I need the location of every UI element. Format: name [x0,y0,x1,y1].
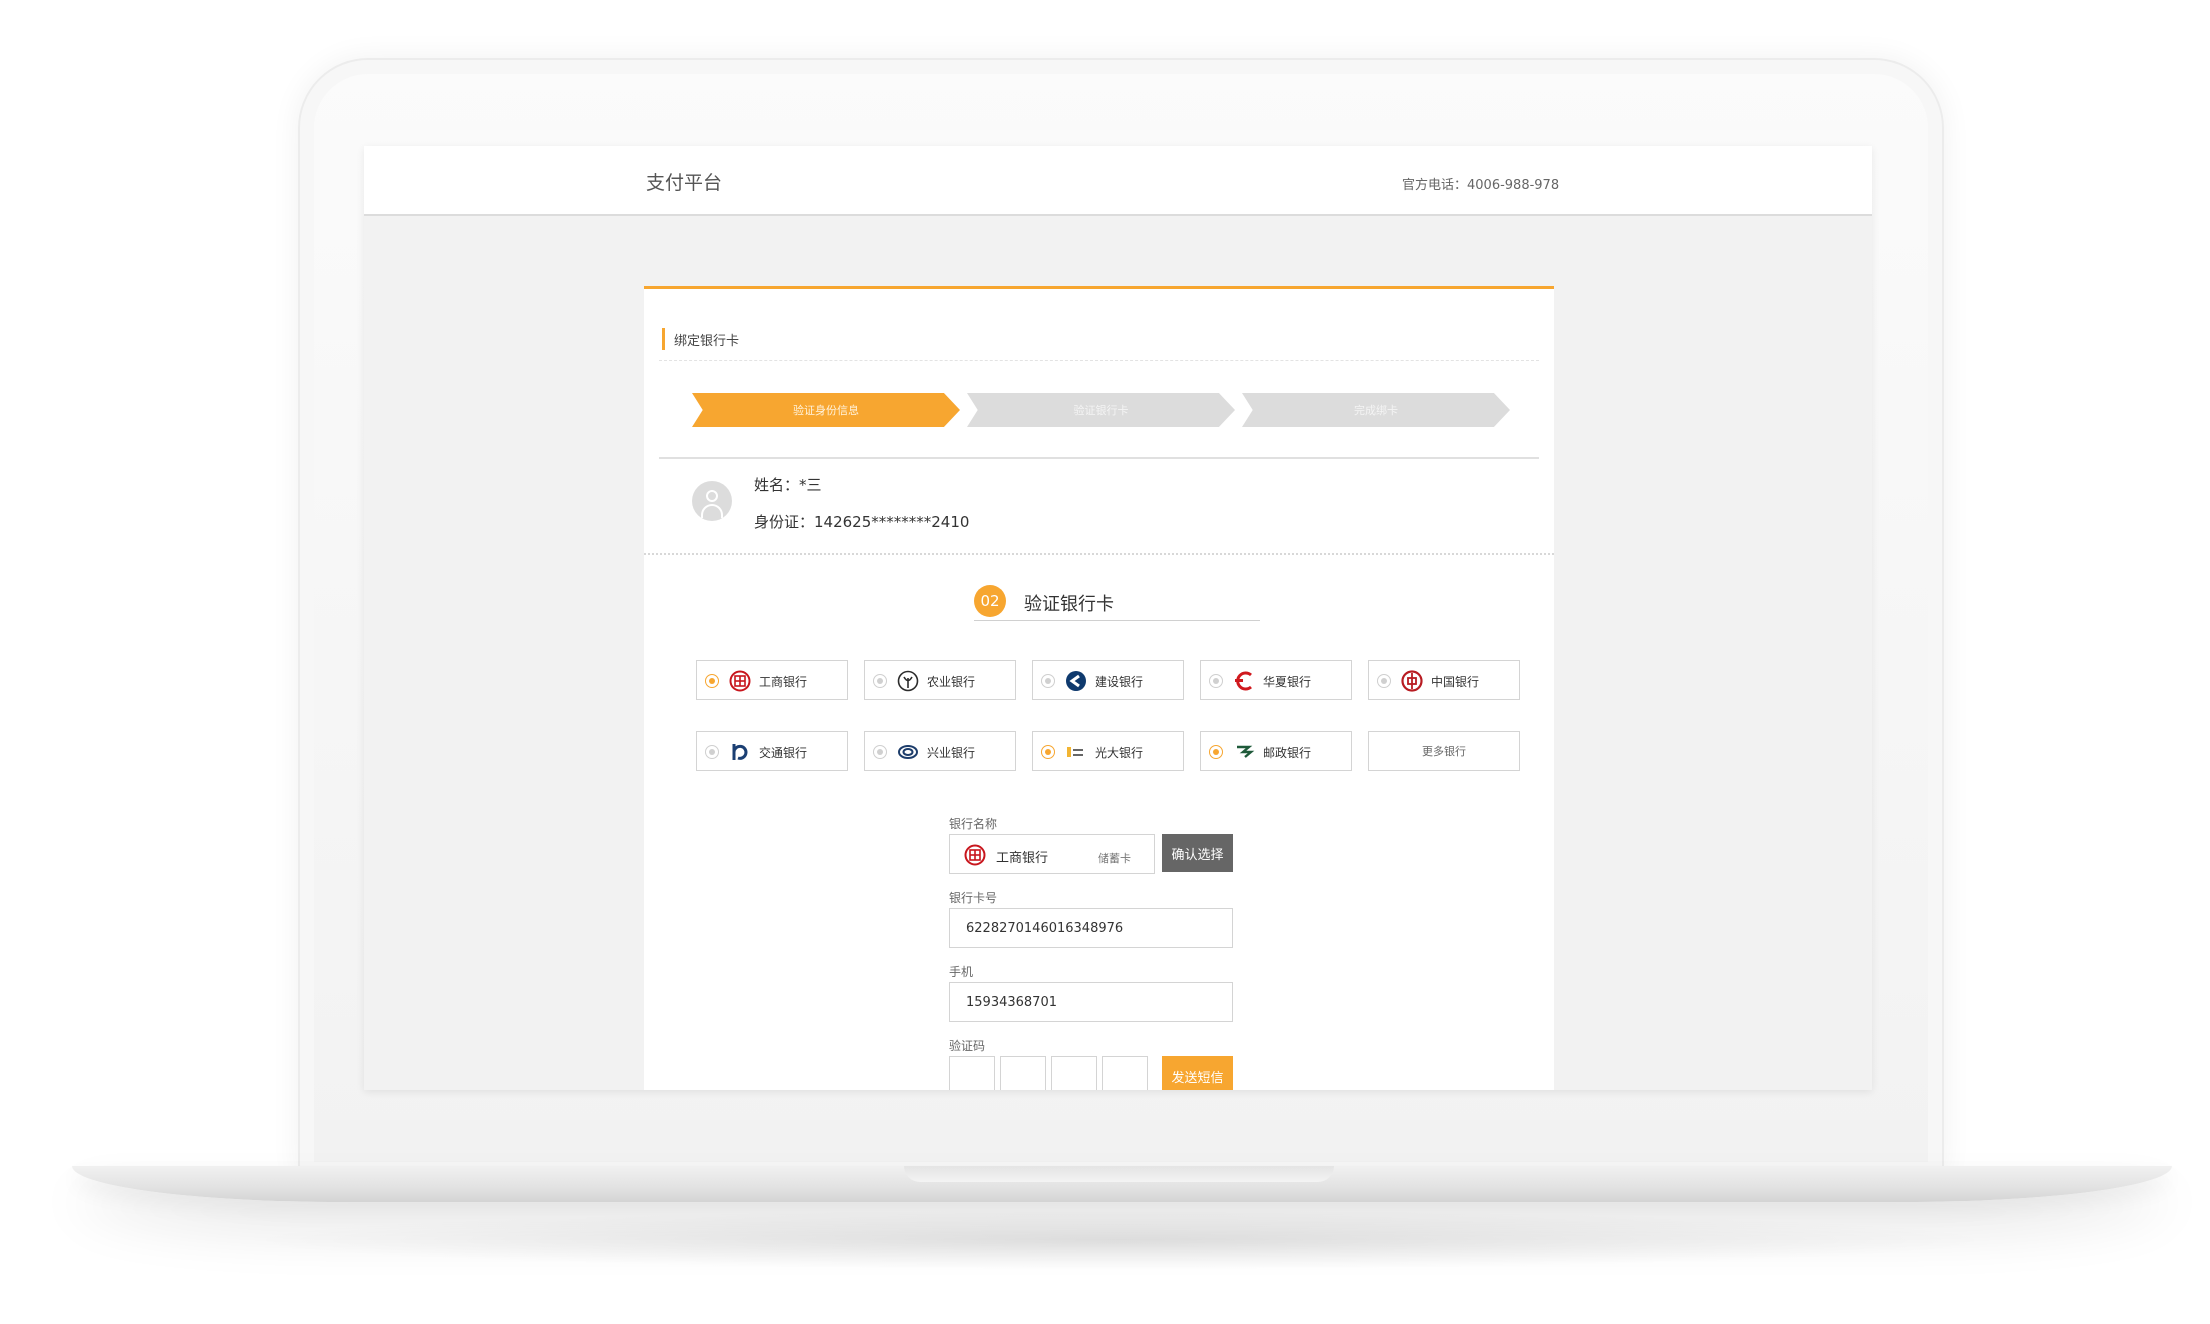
radio-hxb[interactable] [1209,674,1223,688]
top-bar: 支付平台 官方电话：4006-988-978 [364,146,1872,216]
laptop-notch [904,1166,1334,1182]
icbc-icon [964,844,986,866]
selected-bank-name: 工商银行 [996,851,1049,866]
ceb-icon [1067,747,1083,757]
brand-title[interactable]: 支付平台 [646,168,722,195]
bank-label: 兴业银行 [927,746,976,760]
cib-icon [898,745,918,759]
bank-label: 农业银行 [927,675,976,689]
more-banks-label: 更多银行 [1422,745,1466,758]
radio-abc[interactable] [873,674,887,688]
user-name: 姓名：*三 [754,476,822,494]
card-title: 绑定银行卡 [674,334,740,349]
bank-label: 建设银行 [1095,675,1144,689]
radio-ceb[interactable] [1041,745,1055,759]
radio-cib[interactable] [873,745,887,759]
bank-option-cib[interactable]: 兴业银行 [864,731,1016,771]
radio-psbc[interactable] [1209,745,1223,759]
radio-ccb[interactable] [1041,674,1055,688]
card-number-value: 6228270146016348976 [966,921,1124,936]
code-digit-2[interactable] [1000,1056,1046,1090]
bank-option-abc[interactable]: 农业银行 [864,660,1016,700]
section-title: 验证银行卡 [1024,594,1114,615]
bind-card-panel: 绑定银行卡 验证身份信息 验证银行卡 完成绑卡 姓名：*三 身份证：142625… [644,286,1554,1090]
progress-steps: 验证身份信息 验证银行卡 完成绑卡 [659,361,1539,459]
bank-option-ccb[interactable]: 建设银行 [1032,660,1184,700]
psbc-icon [1237,745,1255,758]
bocom-icon [732,744,748,760]
phone-input[interactable]: 15934368701 [949,982,1233,1022]
section-heading: 02 验证银行卡 [974,585,1260,621]
boc-icon [1401,670,1423,692]
browser-screen: 支付平台 官方电话：4006-988-978 绑定银行卡 验证身份信息 验证银行… [364,146,1872,1090]
code-digit-1[interactable] [949,1056,995,1090]
confirm-select-button[interactable]: 确认选择 [1162,834,1233,872]
user-id-number: 身份证：142625********2410 [754,513,970,531]
code-label: 验证码 [949,1039,986,1053]
icbc-icon [729,670,751,692]
card-number-input[interactable]: 6228270146016348976 [949,908,1233,948]
bank-option-icbc[interactable]: 工商银行 [696,660,848,700]
laptop-shadow [240,1210,2000,1270]
title-accent-bar [662,328,665,350]
avatar [692,481,732,521]
phone-value: 15934368701 [966,995,1057,1010]
bank-label: 工商银行 [759,675,808,689]
section-divider [644,553,1554,555]
abc-icon [897,670,919,692]
bank-label: 交通银行 [759,746,808,760]
section-number-badge: 02 [974,585,1006,617]
bank-label: 中国银行 [1431,675,1480,689]
hxb-icon [1235,671,1252,691]
bank-label: 光大银行 [1095,746,1144,760]
card-title-row [659,321,1539,361]
radio-icbc[interactable] [705,674,719,688]
ccb-icon [1066,671,1086,691]
user-icon-head [706,490,718,502]
step-verify-card: 验证银行卡 [967,393,1235,427]
step-complete: 完成绑卡 [1242,393,1510,427]
bank-name-label: 银行名称 [949,817,998,831]
code-digit-3[interactable] [1051,1056,1097,1090]
phone-label: 手机 [949,965,974,979]
user-icon-body [701,504,723,518]
code-digit-4[interactable] [1102,1056,1148,1090]
more-banks-button[interactable]: 更多银行 [1368,731,1520,771]
bank-option-ceb[interactable]: 光大银行 [1032,731,1184,771]
bank-option-boc[interactable]: 中国银行 [1368,660,1520,700]
bank-name-select[interactable]: 工商银行 储蓄卡 [949,834,1155,874]
radio-bocom[interactable] [705,745,719,759]
hotline-text: 官方电话：4006-988-978 [1402,178,1560,193]
send-sms-button[interactable]: 发送短信 [1162,1056,1233,1090]
card-number-label: 银行卡号 [949,891,998,905]
bank-option-psbc[interactable]: 邮政银行 [1200,731,1352,771]
step-verify-identity: 验证身份信息 [692,393,960,427]
radio-boc[interactable] [1377,674,1391,688]
bank-option-hxb[interactable]: 华夏银行 [1200,660,1352,700]
bank-label: 邮政银行 [1263,746,1312,760]
bank-label: 华夏银行 [1263,675,1312,689]
card-type: 储蓄卡 [1098,852,1131,865]
bank-option-bocom[interactable]: 交通银行 [696,731,848,771]
